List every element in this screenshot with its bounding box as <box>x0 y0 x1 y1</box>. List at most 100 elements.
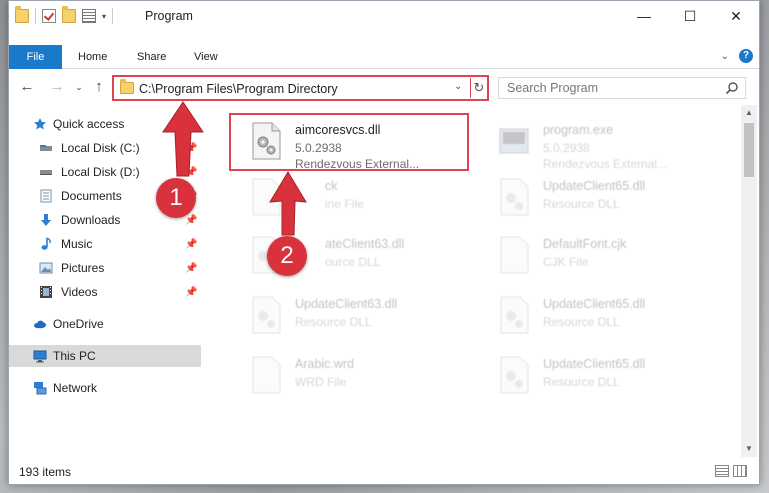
sidebar-item-this-pc[interactable]: This PC <box>9 345 201 367</box>
file-item[interactable]: DefaultFont.cjk CJK File <box>477 229 717 279</box>
pin-icon[interactable]: 📌 <box>185 263 197 274</box>
vertical-scrollbar[interactable]: ▲ ▼ <box>741 105 757 457</box>
address-dropdown-icon[interactable]: ⌄ <box>454 81 462 92</box>
exe-file-icon <box>499 128 529 154</box>
file-item[interactable]: UpdateClient65.dll Resource DLL <box>477 289 717 339</box>
sidebar-item-pictures[interactable]: Pictures 📌 <box>9 257 201 279</box>
recent-locations-icon[interactable]: ⌄ <box>69 77 89 97</box>
videos-icon <box>40 286 52 298</box>
file-list: aimcoresvcs.dll 5.0.2938 Rendezvous Exte… <box>209 105 739 457</box>
file-type: ine File <box>325 197 364 211</box>
sidebar-item-label: This PC <box>53 349 96 363</box>
back-button[interactable]: ← <box>17 77 37 97</box>
scrollbar-thumb[interactable] <box>744 123 754 177</box>
file-name: program.exe <box>543 123 614 137</box>
sidebar-item-label: Network <box>53 381 98 395</box>
file-item[interactable]: ateClient63.dll ource DLL <box>229 229 469 279</box>
file-item[interactable]: UpdateClient63.dll Resource DLL <box>229 289 469 339</box>
address-path[interactable]: C:\Program Files\Program Directory <box>139 82 338 96</box>
sidebar-item-music[interactable]: Music 📌 <box>9 233 201 255</box>
network-icon <box>34 382 47 395</box>
sidebar-item-network[interactable]: Network <box>9 377 201 399</box>
file-item[interactable]: ck ine File <box>229 171 469 221</box>
file-item[interactable]: program.exe 5.0.2938 Rendezvous External… <box>477 115 717 171</box>
help-icon[interactable]: ? <box>739 49 753 63</box>
file-icon <box>252 178 281 216</box>
ribbon-tabs: File Home Share View ⌄ ? <box>9 45 759 69</box>
sidebar-item-local-disk-c[interactable]: Local Disk (C:) 📌 <box>9 137 201 159</box>
file-type: ource DLL <box>325 255 381 269</box>
sidebar-item-label: OneDrive <box>53 317 104 331</box>
close-button[interactable]: ✕ <box>713 1 759 31</box>
file-name: DefaultFont.cjk <box>543 237 627 251</box>
quick-access-toolbar: ▾ <box>15 6 114 24</box>
file-highlight-box <box>229 113 469 171</box>
sidebar-item-videos[interactable]: Videos 📌 <box>9 281 201 303</box>
this-pc-icon <box>33 350 47 363</box>
sidebar-item-quick-access[interactable]: Quick access <box>9 113 201 135</box>
dll-file-icon <box>500 178 529 216</box>
drive-icon <box>40 170 52 175</box>
file-type: WRD File <box>295 375 347 389</box>
search-input[interactable] <box>507 81 707 95</box>
sidebar-item-onedrive[interactable]: OneDrive <box>9 313 201 335</box>
file-item[interactable]: Arabic.wrd WRD File <box>229 349 469 399</box>
pin-icon[interactable]: 📌 <box>185 143 197 154</box>
sidebar-item-label: Pictures <box>61 261 105 275</box>
details-view-icon[interactable] <box>715 465 729 477</box>
pin-icon[interactable]: 📌 <box>185 167 197 178</box>
sidebar-item-label: Videos <box>61 285 98 299</box>
scroll-up-icon[interactable]: ▲ <box>741 105 757 121</box>
properties-icon[interactable] <box>82 9 96 23</box>
up-button[interactable]: ↑ <box>89 77 109 97</box>
pin-icon[interactable]: 📌 <box>185 287 197 298</box>
drive-icon <box>40 145 52 151</box>
navigation-pane: Quick access Local Disk (C:) 📌 Local Dis… <box>9 109 201 459</box>
file-name: UpdateClient65.dll <box>543 179 646 193</box>
file-item[interactable]: UpdateClient65.dll Resource DLL <box>477 171 717 221</box>
minimize-button[interactable]: — <box>621 1 667 31</box>
file-description: Rendezvous External... <box>543 157 668 171</box>
pin-icon[interactable]: 📌 <box>185 239 197 250</box>
sidebar-item-label: Downloads <box>61 213 121 227</box>
tab-view[interactable]: View <box>194 45 218 69</box>
status-bar: 193 items <box>9 459 759 485</box>
file-name: UpdateClient63.dll <box>295 297 398 311</box>
window-controls: — ☐ ✕ <box>621 1 759 31</box>
forward-button[interactable]: → <box>47 77 67 97</box>
tab-home[interactable]: Home <box>78 45 107 69</box>
pin-icon[interactable]: 📌 <box>185 215 197 226</box>
new-folder-icon[interactable] <box>62 6 76 23</box>
search-box[interactable] <box>498 77 746 99</box>
large-icons-view-icon[interactable] <box>733 465 747 477</box>
step-2-badge: 2 <box>267 236 307 276</box>
properties-check-icon[interactable] <box>42 9 56 23</box>
music-icon <box>41 237 51 250</box>
tab-share[interactable]: Share <box>137 45 166 69</box>
search-icon[interactable] <box>725 81 739 95</box>
ribbon-right: ⌄ ? <box>721 49 753 63</box>
folder-icon <box>15 6 29 23</box>
tab-file[interactable]: File <box>9 45 62 69</box>
title-bar: ▾ Program — ☐ ✕ <box>9 1 759 31</box>
refresh-button[interactable]: ↻ <box>470 78 487 98</box>
navigation-bar: ← → ⌄ ↑ C:\Program Files\Program Directo… <box>9 73 759 103</box>
qat-dropdown-icon[interactable]: ▾ <box>102 12 106 21</box>
folder-icon <box>120 79 134 94</box>
file-type: Resource DLL <box>295 315 372 329</box>
scroll-down-icon[interactable]: ▼ <box>741 441 757 457</box>
chevron-down-icon[interactable]: ⌄ <box>721 51 729 62</box>
file-name: UpdateClient65.dll <box>543 357 646 371</box>
file-version: 5.0.2938 <box>543 141 590 155</box>
file-type: Resource DLL <box>543 375 620 389</box>
sidebar-item-label: Documents <box>61 189 122 203</box>
dll-file-icon <box>500 296 529 334</box>
file-item[interactable]: UpdateClient65.dll Resource DLL <box>477 349 717 399</box>
dll-file-icon <box>252 296 281 334</box>
maximize-button[interactable]: ☐ <box>667 1 713 31</box>
step-1-badge: 1 <box>156 178 196 218</box>
downloads-icon <box>41 214 51 226</box>
view-buttons <box>715 465 747 477</box>
file-name: Arabic.wrd <box>295 357 355 371</box>
address-bar[interactable]: C:\Program Files\Program Directory ⌄ ↻ <box>112 75 489 101</box>
